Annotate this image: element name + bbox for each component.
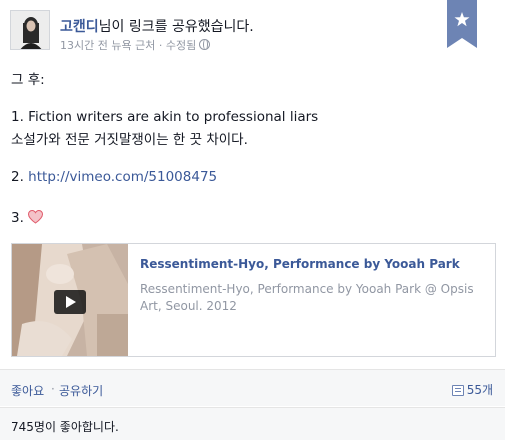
body-line-2: 소설가와 전문 거짓말쟁이는 한 끗 차이다. <box>11 132 248 148</box>
author-line: 고캔디님이 링크를 공유했습니다. <box>60 16 254 36</box>
list-number-2: 2. <box>11 169 29 185</box>
body-line-4: 3. <box>11 209 43 228</box>
author-avatar[interactable] <box>10 10 50 50</box>
likes-summary-text[interactable]: 745명이 좋아합니다. <box>11 418 119 435</box>
vimeo-link[interactable]: http://vimeo.com/51008475 <box>28 169 217 185</box>
body-line-intro: 그 후: <box>11 72 45 88</box>
action-separator: · <box>51 382 55 396</box>
comment-count-link[interactable]: 55개 <box>451 381 493 398</box>
body-line-1: 1. Fiction writers are akin to professio… <box>11 109 319 125</box>
link-preview-card[interactable]: Ressentiment-Hyo, Performance by Yooah P… <box>11 243 496 357</box>
bookmark-ribbon[interactable] <box>447 0 477 48</box>
edited-label[interactable]: 수정됨 <box>166 39 196 52</box>
body-line-3: 2. http://vimeo.com/51008475 <box>11 169 217 185</box>
globe-icon[interactable] <box>199 39 211 50</box>
comment-icon <box>451 385 464 396</box>
meta-separator: · <box>155 39 166 52</box>
likes-summary-bar: 745명이 좋아합니다. <box>0 407 505 440</box>
author-name-link[interactable]: 고캔디 <box>60 19 99 35</box>
action-bar: 좋아요 · 공유하기 55개 <box>0 370 505 406</box>
link-card-title[interactable]: Ressentiment-Hyo, Performance by Yooah P… <box>140 257 460 271</box>
comment-count-label: 55개 <box>466 383 493 397</box>
play-icon[interactable] <box>54 290 86 314</box>
post-timestamp[interactable]: 13시간 전 뉴욕 근처 <box>60 39 155 52</box>
like-button[interactable]: 좋아요 <box>11 382 44 399</box>
link-card-description: Ressentiment-Hyo, Performance by Yooah P… <box>140 282 474 313</box>
video-thumbnail[interactable] <box>12 244 128 356</box>
post-header: 고캔디님이 링크를 공유했습니다. 13시간 전 뉴욕 근처 · 수정됨 <box>10 10 495 56</box>
post-meta: 13시간 전 뉴욕 근처 · 수정됨 <box>60 37 211 53</box>
heart-icon <box>27 209 43 228</box>
share-button[interactable]: 공유하기 <box>59 382 103 399</box>
list-number-3: 3. <box>11 210 24 226</box>
share-action-text: 님이 링크를 공유했습니다. <box>98 19 254 35</box>
